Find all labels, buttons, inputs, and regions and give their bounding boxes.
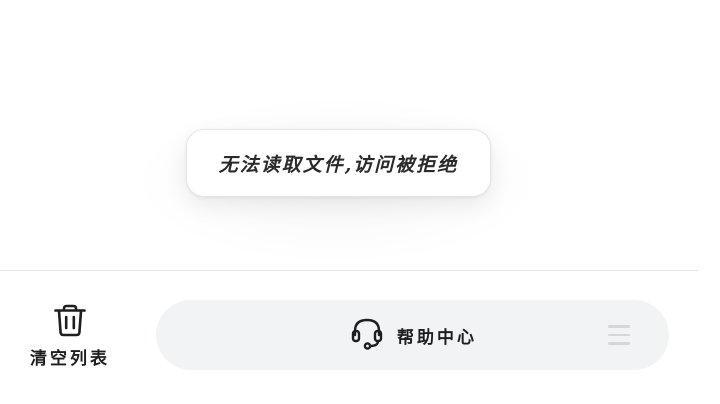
menu-button[interactable] bbox=[608, 324, 632, 346]
trash-icon bbox=[52, 302, 88, 338]
help-center-label: 帮助中心 bbox=[397, 327, 477, 348]
headset-icon bbox=[351, 316, 383, 354]
clear-list-button[interactable]: 清空列表 bbox=[22, 302, 118, 374]
help-center-button[interactable]: 帮助中心 bbox=[351, 317, 477, 353]
help-center-bar: 帮助中心 bbox=[156, 300, 669, 370]
toast-message: 无法读取文件,访问被拒绝 bbox=[218, 153, 459, 176]
error-toast: 无法读取文件,访问被拒绝 bbox=[186, 129, 491, 197]
screen: 无法读取文件,访问被拒绝 清空列表 帮助中心 bbox=[0, 0, 720, 404]
clear-list-label: 清空列表 bbox=[30, 349, 110, 369]
bottom-bar-divider bbox=[0, 270, 698, 271]
